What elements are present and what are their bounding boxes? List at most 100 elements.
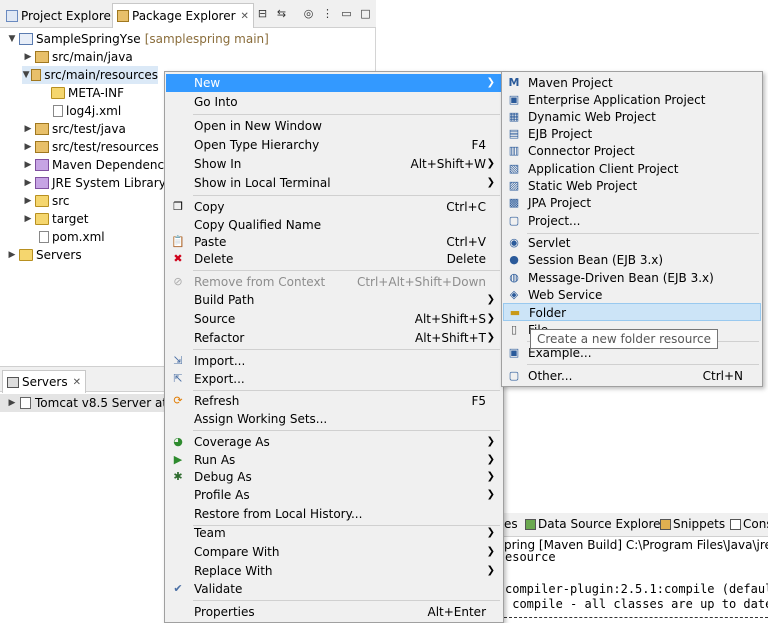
submenu-item-ejb-project[interactable]: ▤ EJB Project	[503, 125, 761, 143]
menu-item-profile-as[interactable]: Profile As ❯	[166, 486, 502, 504]
chevron-right-icon: ❯	[486, 158, 495, 169]
menu-item-validate[interactable]: ✔ Validate	[166, 580, 502, 598]
tree-item-project[interactable]: ▼ SampleSpringYse [samplespring main]	[6, 30, 269, 48]
tab-snippets[interactable]: Snippets	[660, 517, 725, 531]
menu-item-delete[interactable]: ✖ Delete Delete	[166, 250, 502, 268]
chevron-right-icon[interactable]: ▶	[22, 120, 34, 138]
tab-servers[interactable]: Servers ✕	[2, 370, 86, 393]
chevron-right-icon: ❯	[486, 436, 495, 447]
tab-partial[interactable]: es	[504, 517, 518, 531]
minimize-icon[interactable]: ▭	[340, 7, 353, 20]
folder-icon	[35, 213, 49, 225]
chevron-right-icon[interactable]: ▶	[22, 48, 34, 66]
submenu-item-connector-project[interactable]: ▥ Connector Project	[503, 142, 761, 160]
chevron-right-icon: ❯	[486, 294, 495, 305]
close-icon[interactable]: ✕	[241, 11, 249, 22]
menu-item-import[interactable]: ⇲ Import...	[166, 352, 502, 370]
menu-item-properties[interactable]: Properties Alt+Enter	[166, 603, 502, 621]
link-with-editor-icon[interactable]: ⇆	[275, 7, 288, 20]
submenu-item-folder[interactable]: ▬ Folder	[503, 303, 761, 321]
menu-item-run-as[interactable]: ▶ Run As ❯	[166, 451, 502, 469]
close-icon[interactable]: ✕	[73, 377, 81, 388]
chevron-right-icon[interactable]: ▶	[22, 156, 34, 174]
menu-item-copy[interactable]: ❐ Copy Ctrl+C	[166, 198, 502, 216]
chevron-right-icon[interactable]: ▶	[22, 138, 34, 156]
tree-item[interactable]: ▶ JRE System Library [.	[22, 174, 179, 192]
menu-item-assign-working-sets[interactable]: Assign Working Sets...	[166, 410, 502, 428]
project-icon	[19, 33, 33, 45]
menu-item-paste[interactable]: 📋 Paste Ctrl+V	[166, 233, 502, 251]
menu-item-label: Source	[194, 312, 236, 326]
menu-item-go-into[interactable]: Go Into	[166, 93, 502, 111]
tree-item[interactable]: ▶ src	[22, 192, 70, 210]
submenu-item-app-client-project[interactable]: ▧ Application Client Project	[503, 160, 761, 178]
tab-data-source-explorer[interactable]: Data Source Explorer	[525, 517, 665, 531]
menu-item-refactor[interactable]: Refactor Alt+Shift+T ❯	[166, 329, 502, 347]
menu-separator	[193, 270, 500, 271]
menu-item-export[interactable]: ⇱ Export...	[166, 370, 502, 388]
tab-console[interactable]: Cons	[730, 517, 768, 531]
tree-item[interactable]: ▶ src/test/resources	[22, 138, 159, 156]
submenu-item-jpa-project[interactable]: ▩ JPA Project	[503, 194, 761, 212]
menu-item-compare-with[interactable]: Compare With ❯	[166, 543, 502, 561]
chevron-down-icon[interactable]: ▼	[22, 66, 30, 84]
explorer-tabbar: Project Explorer Package Explorer ✕ ⊟ ⇆ …	[0, 0, 376, 28]
menu-item-build-path[interactable]: Build Path ❯	[166, 291, 502, 309]
tree-item[interactable]: ▶ Maven Dependencie	[22, 156, 175, 174]
tree-item-label: Maven Dependencie	[52, 158, 175, 172]
tab-project-explorer[interactable]: Project Explorer	[2, 3, 120, 28]
menu-item-show-in[interactable]: Show In Alt+Shift+W ❯	[166, 155, 502, 173]
refresh-icon: ⟳	[173, 394, 183, 407]
tree-item[interactable]: pom.xml	[38, 228, 105, 246]
tree-item[interactable]: ▶ Servers	[6, 246, 82, 264]
submenu-item-servlet[interactable]: ◉ Servlet	[503, 234, 761, 252]
submenu-item-dynamic-web[interactable]: ▦ Dynamic Web Project	[503, 108, 761, 126]
submenu-item-label: Connector Project	[528, 144, 635, 158]
menu-item-replace-with[interactable]: Replace With ❯	[166, 562, 502, 580]
menu-item-new[interactable]: New ❯	[166, 74, 502, 92]
submenu-item-enterprise-app[interactable]: ▣ Enterprise Application Project	[503, 91, 761, 109]
menu-item-label: Run As	[194, 453, 236, 467]
submenu-item-project[interactable]: ▢ Project...	[503, 212, 761, 230]
menu-item-debug-as[interactable]: ✱ Debug As ❯	[166, 468, 502, 486]
submenu-item-maven-project[interactable]: M Maven Project	[503, 74, 761, 92]
menu-item-team[interactable]: Team ❯	[166, 524, 502, 542]
collapse-all-icon[interactable]: ⊟	[256, 7, 269, 20]
chevron-right-icon[interactable]: ▶	[22, 192, 34, 210]
chevron-right-icon[interactable]: ▶	[6, 246, 18, 264]
menu-item-coverage-as[interactable]: ◕ Coverage As ❯	[166, 433, 502, 451]
tree-item[interactable]: ▶ src/main/java	[22, 48, 133, 66]
menu-item-label: Open Type Hierarchy	[194, 138, 320, 152]
tree-item-selected[interactable]: ▼ src/main/resources	[22, 66, 158, 84]
chevron-right-icon[interactable]: ▶	[6, 398, 18, 408]
tab-package-explorer[interactable]: Package Explorer ✕	[112, 3, 254, 28]
submenu-item-label: Message-Driven Bean (EJB 3.x)	[528, 271, 714, 285]
menu-item-open-type-hierarchy[interactable]: Open Type Hierarchy F4	[166, 136, 502, 154]
chevron-right-icon[interactable]: ▶	[22, 174, 34, 192]
tree-item[interactable]: ▶ target	[22, 210, 89, 228]
submenu-item-other[interactable]: ▢ Other... Ctrl+N	[503, 367, 761, 385]
submenu-item-message-driven-bean[interactable]: ◍ Message-Driven Bean (EJB 3.x)	[503, 269, 761, 287]
menu-item-shortcut: Ctrl+V	[446, 235, 486, 249]
menu-item-label: Show in Local Terminal	[194, 176, 331, 190]
tree-item[interactable]: log4j.xml	[52, 102, 121, 120]
menu-item-open-new-window[interactable]: Open in New Window	[166, 117, 502, 135]
enterprise-project-icon: ▣	[508, 93, 520, 106]
submenu-item-static-web-project[interactable]: ▨ Static Web Project	[503, 177, 761, 195]
menu-item-refresh[interactable]: ⟳ Refresh F5	[166, 392, 502, 410]
chevron-right-icon[interactable]: ▶	[22, 210, 34, 228]
submenu-item-label: Servlet	[528, 236, 571, 250]
tree-item[interactable]: META-INF	[50, 84, 124, 102]
maximize-icon[interactable]: □	[359, 7, 372, 20]
menu-item-source[interactable]: Source Alt+Shift+S ❯	[166, 310, 502, 328]
menu-item-show-local-terminal[interactable]: Show in Local Terminal ❯	[166, 174, 502, 192]
tree-item-label: src/test/java	[52, 122, 126, 136]
tree-item[interactable]: ▶ src/test/java	[22, 120, 126, 138]
view-menu-icon[interactable]: ⋮	[321, 7, 334, 20]
chevron-down-icon[interactable]: ▼	[6, 30, 18, 48]
focus-icon[interactable]: ◎	[302, 7, 315, 20]
submenu-item-session-bean[interactable]: ● Session Bean (EJB 3.x)	[503, 251, 761, 269]
menu-item-restore-local-history[interactable]: Restore from Local History...	[166, 505, 502, 523]
submenu-item-web-service[interactable]: ◈ Web Service	[503, 286, 761, 304]
menu-item-copy-qualified-name[interactable]: Copy Qualified Name	[166, 216, 502, 234]
